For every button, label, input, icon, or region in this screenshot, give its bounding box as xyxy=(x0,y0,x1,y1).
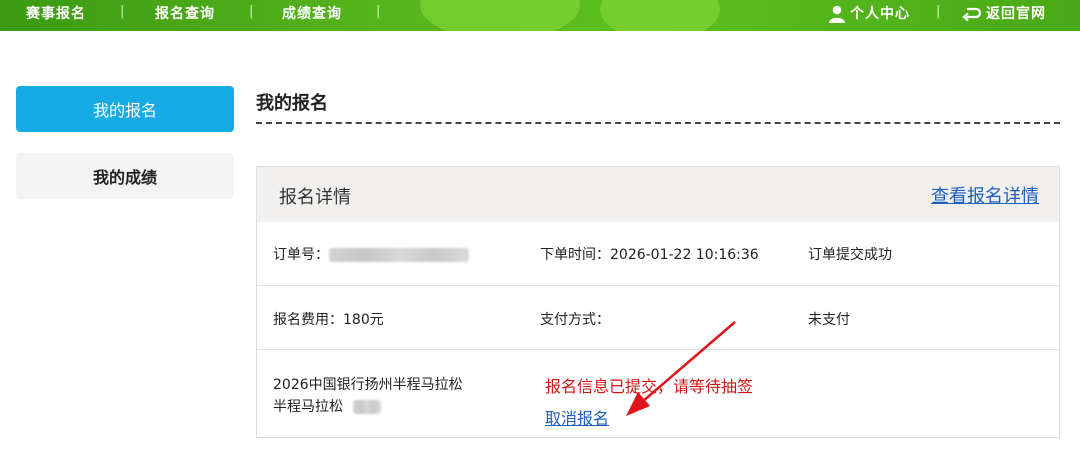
signup-detail-card: 报名详情 查看报名详情 订单号： 下单时间：2026-01-22 10:16:3… xyxy=(256,166,1060,438)
order-status: 订单提交成功 xyxy=(808,247,892,263)
card-title: 报名详情 xyxy=(279,187,351,208)
row-divider xyxy=(257,349,1059,350)
person-icon[interactable] xyxy=(829,5,845,23)
redacted-runner-info xyxy=(353,400,382,414)
nav-separator: | xyxy=(376,4,381,19)
order-number-label: 订单号： xyxy=(273,247,329,263)
nav-back-official-site[interactable]: 返回官网 xyxy=(986,3,1046,23)
sidebar-item-label: 我的报名 xyxy=(92,101,157,120)
nav-user-center[interactable]: 个人中心 xyxy=(850,3,910,23)
order-number: 订单号： xyxy=(273,244,469,264)
nav-event-signup[interactable]: 赛事报名 xyxy=(26,3,86,23)
nav-separator: | xyxy=(936,4,941,19)
nav-separator: | xyxy=(120,4,125,19)
row-divider xyxy=(257,285,1059,286)
nav-separator: | xyxy=(249,4,254,19)
view-signup-details-link[interactable]: 查看报名详情 xyxy=(931,182,1039,208)
sidebar-item-my-scores[interactable]: 我的成绩 xyxy=(16,153,234,199)
redacted-order-number xyxy=(329,248,469,262)
cancel-signup-link[interactable]: 取消报名 xyxy=(545,405,609,429)
event-category-label: 半程马拉松 xyxy=(273,399,343,415)
bg-decoration xyxy=(600,0,720,31)
submit-status-message: 报名信息已提交，请等待抽签 xyxy=(545,377,754,396)
top-nav-bar: 赛事报名 | 报名查询 | 成绩查询 | 个人中心 | 返回官网 xyxy=(0,0,1080,31)
payment-method: 支付方式： xyxy=(540,312,610,328)
event-category: 半程马拉松 xyxy=(273,396,382,416)
signup-fee: 报名费用：180元 xyxy=(273,312,384,328)
payment-status: 未支付 xyxy=(808,312,850,328)
nav-signup-query[interactable]: 报名查询 xyxy=(155,3,215,23)
bg-decoration xyxy=(420,0,580,31)
return-arrow-icon[interactable] xyxy=(961,6,981,23)
title-divider xyxy=(256,122,1060,124)
order-time: 下单时间：2026-01-22 10:16:36 xyxy=(540,247,759,263)
event-name: 2026中国银行扬州半程马拉松 xyxy=(273,377,463,393)
sidebar-item-label: 我的成绩 xyxy=(92,168,157,187)
sidebar-item-my-signup[interactable]: 我的报名 xyxy=(16,86,234,132)
nav-score-query[interactable]: 成绩查询 xyxy=(282,3,342,23)
card-header: 报名详情 查看报名详情 xyxy=(257,167,1059,222)
page-title: 我的报名 xyxy=(256,93,328,114)
